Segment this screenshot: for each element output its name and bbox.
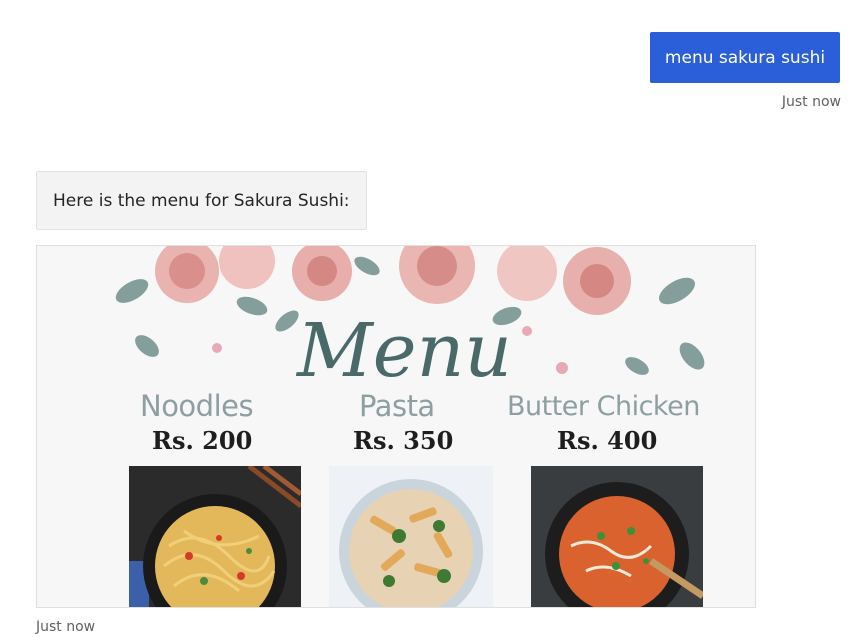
bot-message-timestamp: Just now <box>36 619 96 635</box>
bot-message-bubble: Here is the menu for Sakura Sushi: <box>36 171 367 230</box>
menu-image[interactable]: Menu Noodles Rs. 200 Pasta Rs. 350 Butte… <box>36 245 756 608</box>
dish-name-butter-chicken: Butter Chicken <box>507 391 700 422</box>
dish-name-pasta: Pasta <box>359 389 435 423</box>
dish-price-pasta: Rs. 350 <box>353 426 454 455</box>
butter-chicken-photo <box>531 466 703 607</box>
noodles-photo <box>129 466 301 607</box>
dish-price-noodles: Rs. 200 <box>152 426 253 455</box>
floral-header-illustration: Menu <box>115 246 705 394</box>
chat-thread: menu sakura sushi Just now Here is the m… <box>0 0 849 637</box>
dish-name-noodles: Noodles <box>140 389 254 423</box>
menu-heading: Menu <box>295 308 512 394</box>
dish-price-butter-chicken: Rs. 400 <box>557 426 658 455</box>
pasta-photo <box>329 466 493 607</box>
user-message-bubble: menu sakura sushi <box>650 32 840 83</box>
user-message-timestamp: Just now <box>781 94 841 110</box>
